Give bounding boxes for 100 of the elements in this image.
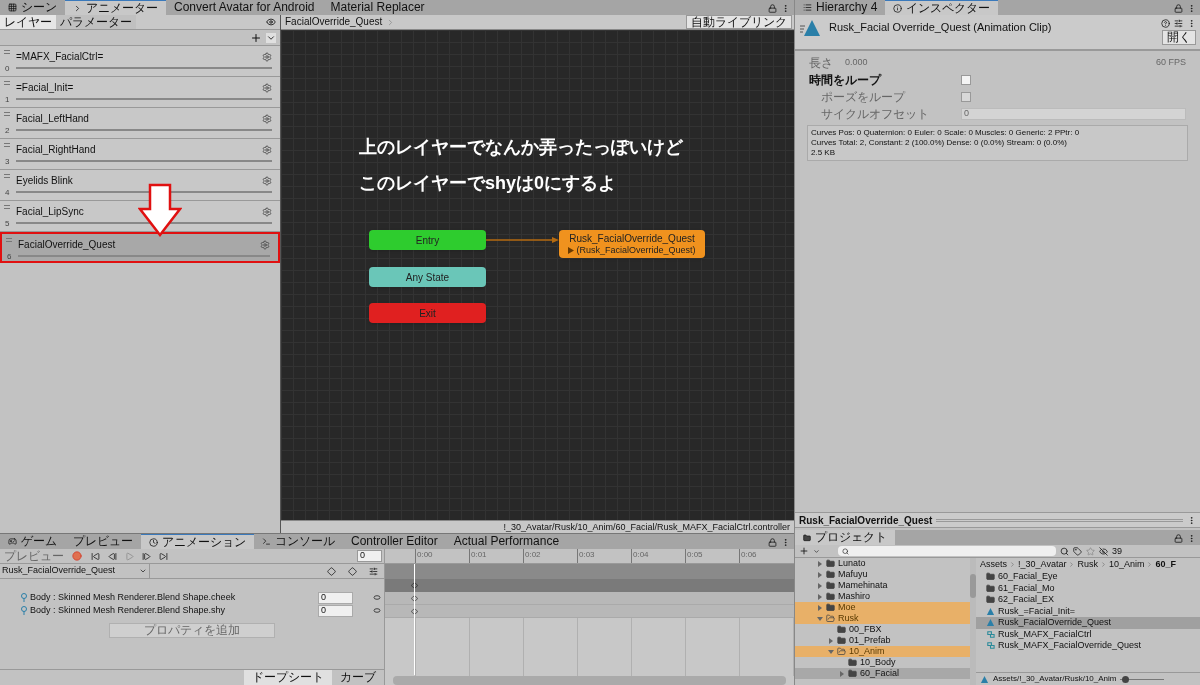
layer-item[interactable]: Eyelids Blink 4 [0, 170, 280, 201]
more-icon[interactable] [781, 538, 790, 547]
lock-icon[interactable] [1174, 534, 1183, 543]
time-tick: 0:05 [685, 549, 739, 563]
horizontal-scrollbar[interactable] [393, 676, 786, 685]
add-event-icon[interactable] [369, 566, 378, 576]
breadcrumb-item[interactable]: 60_F [1155, 559, 1176, 570]
layer-item[interactable]: Facial_RightHand 3 [0, 139, 280, 170]
settings-icon[interactable] [260, 240, 270, 250]
layer-name: Facial_LeftHand [16, 113, 89, 125]
disclosure-icon[interactable] [839, 670, 845, 677]
folder-tree-item[interactable]: Mamehinata [795, 580, 970, 591]
folder-tree-item[interactable]: 10_Anim [795, 646, 970, 657]
view-tab[interactable]: ドープシート [244, 670, 332, 685]
layer-item[interactable]: =Facial_Init= 1 [0, 77, 280, 108]
breadcrumb-item[interactable]: Rusk [1077, 559, 1098, 570]
folder-name: Moe [838, 602, 856, 613]
asset-item[interactable]: Rusk_MAFX_FacialOverride_Quest [976, 640, 1200, 652]
preview-title: Rusk_FacialOverride_Quest [799, 513, 933, 528]
star-icon[interactable] [1086, 546, 1095, 556]
settings-icon[interactable] [262, 207, 272, 217]
live-link-button[interactable]: 自動ライブリンク [686, 15, 792, 29]
folder-tree-item[interactable]: Lunato [795, 558, 970, 569]
slider-thumb[interactable] [1122, 675, 1130, 683]
asset-item[interactable]: 62_Facial_EX [976, 594, 1200, 606]
asset-item[interactable]: 60_Facial_Eye [976, 571, 1200, 583]
last-key-icon[interactable] [159, 551, 168, 561]
folder-tree-item[interactable]: Rusk [795, 613, 970, 624]
record-icon[interactable] [72, 551, 82, 561]
lock-icon[interactable] [768, 4, 777, 13]
preset-icon[interactable] [1174, 19, 1183, 28]
folder-tree-item[interactable]: 10_Body [795, 657, 970, 668]
layer-name: =MAFX_FacialCtrl= [16, 51, 104, 63]
chevron-icon [1146, 561, 1154, 568]
folder-tree-item[interactable]: 01_Prefab [795, 635, 970, 646]
previous-key-icon[interactable] [108, 551, 117, 561]
add-keyframe-icon[interactable] [348, 566, 357, 576]
settings-icon[interactable] [262, 114, 272, 124]
layer-item[interactable]: Facial_LeftHand 2 [0, 108, 280, 139]
folder-tree-item[interactable]: Moe [795, 602, 970, 613]
folder-tree-item[interactable]: Mafuyu [795, 569, 970, 580]
folder-icon [986, 595, 995, 605]
drag-handle-icon [4, 112, 10, 116]
settings-icon[interactable] [262, 83, 272, 93]
tag-icon[interactable] [1073, 546, 1082, 556]
folder-icon [986, 583, 995, 593]
panel-tab[interactable]: インスペクター [885, 0, 999, 15]
open-button[interactable]: 開く [1162, 30, 1196, 45]
breadcrumb-item[interactable]: 10_Anim [1108, 559, 1145, 570]
asset-item[interactable]: Rusk_FacialOverride_Quest [976, 617, 1200, 629]
folder-tree-item[interactable]: 00_FBX [795, 624, 970, 635]
checkbox[interactable] [961, 74, 971, 85]
panel-tab[interactable]: アニメーション [141, 534, 254, 549]
value-field[interactable]: 0 [318, 604, 353, 617]
layer-item[interactable]: =MAFX_FacialCtrl= 0 [0, 46, 280, 77]
vertical-scrollbar[interactable] [970, 558, 976, 685]
state-name: Rusk_FacialOverride_Quest [569, 233, 695, 245]
asset-item[interactable]: Rusk_=Facial_Init= [976, 605, 1200, 617]
asset-item[interactable]: Rusk_MAFX_FacialCtrl [976, 628, 1200, 640]
breadcrumb[interactable]: FacialOverride_Quest [281, 16, 387, 28]
chevron-icon [1099, 561, 1107, 568]
layer-item[interactable]: FacialOverride_Quest 6 [0, 232, 280, 263]
layer-name: Eyelids Blink [16, 175, 73, 187]
search-field[interactable] [838, 546, 1056, 556]
breadcrumb-item[interactable]: !_30_Avatar [1018, 559, 1067, 570]
help-icon[interactable] [1161, 19, 1170, 28]
settings-icon[interactable] [262, 176, 272, 186]
folder-name: 00_FBX [849, 624, 882, 635]
add-icon[interactable] [250, 31, 262, 44]
keyframe-icon[interactable] [327, 566, 336, 576]
next-key-icon[interactable] [142, 551, 151, 561]
layer-item[interactable]: Facial_LipSync 5 [0, 201, 280, 232]
folder-tree-item[interactable]: Mashiro [795, 591, 970, 602]
panel-tab[interactable]: プロジェクト [795, 530, 895, 545]
lock-icon[interactable] [768, 538, 777, 547]
value-field[interactable]: 0 [318, 591, 353, 604]
frame-field[interactable]: 0 [357, 550, 382, 562]
folder-name: Rusk [838, 613, 859, 624]
folder-icon [826, 581, 835, 590]
first-key-icon[interactable] [91, 551, 100, 561]
caret-icon[interactable] [813, 547, 820, 555]
drag-handle-icon [4, 205, 10, 209]
breadcrumb-item[interactable]: Assets [980, 559, 1007, 570]
settings-icon[interactable] [262, 52, 272, 62]
add-icon[interactable] [799, 546, 809, 556]
lock-icon[interactable] [1174, 4, 1183, 13]
settings-icon[interactable] [262, 145, 272, 155]
sub-tab[interactable]: パラメーター [56, 15, 136, 29]
folder-tree-item[interactable]: 60_Facial [795, 668, 970, 679]
search-filter-icon[interactable] [1060, 546, 1069, 556]
mesh-icon [20, 606, 28, 615]
eye-icon[interactable] [266, 17, 276, 27]
add-property-button[interactable]: プロパティを追加 [109, 623, 275, 638]
sub-tab[interactable]: レイヤー [0, 15, 56, 29]
clip-dropdown[interactable]: Rusk_FacialOverride_Quest [0, 564, 150, 578]
asset-item[interactable]: 61_Facial_Mo [976, 582, 1200, 594]
more-icon[interactable] [781, 4, 790, 13]
dropdown-icon[interactable] [266, 32, 276, 43]
panel-tab[interactable]: アニメーター [65, 0, 166, 15]
hidden-icon[interactable] [1099, 546, 1108, 556]
